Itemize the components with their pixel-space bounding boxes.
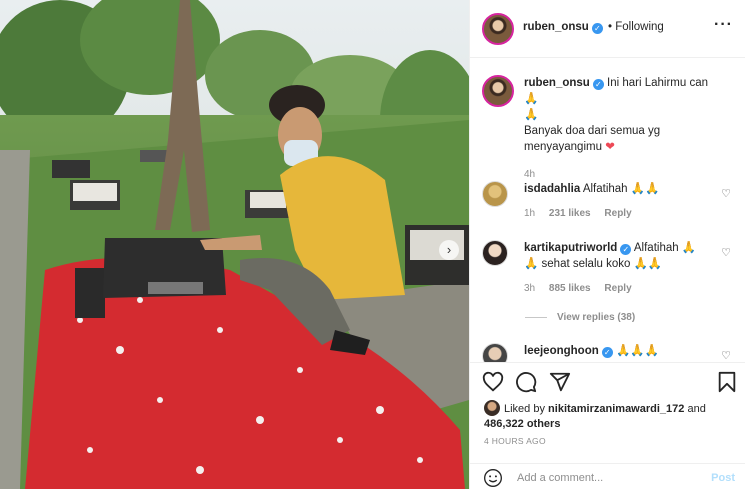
caption-username[interactable]: ruben_onsu bbox=[524, 77, 590, 89]
post-header: ruben_onsu ✓ • Following ··· bbox=[470, 0, 745, 58]
emoji-smiley-icon[interactable] bbox=[483, 468, 503, 488]
likes-count[interactable]: 486,322 others bbox=[484, 418, 560, 430]
praying-hands-icon: 🙏 bbox=[681, 242, 697, 254]
praying-hands-icon: 🙏 bbox=[524, 258, 539, 270]
share-paper-plane-icon[interactable] bbox=[549, 371, 571, 393]
like-heart-icon[interactable] bbox=[482, 371, 504, 393]
comment-text-2: sehat selalu koko bbox=[541, 258, 631, 270]
comment-likes[interactable]: 231 likes bbox=[549, 208, 591, 219]
caption-age[interactable]: 4h bbox=[524, 169, 535, 180]
author-username[interactable]: ruben_onsu ✓ bbox=[523, 21, 603, 34]
post-comment-button[interactable]: Post bbox=[711, 472, 735, 484]
reply-button[interactable]: Reply bbox=[604, 283, 631, 294]
red-heart-icon: ❤ bbox=[605, 141, 615, 153]
comment-username[interactable]: leejeonghoon bbox=[524, 345, 599, 357]
verified-badge-icon: ✓ bbox=[620, 244, 632, 255]
post-sidebar: ruben_onsu ✓ • Following ··· ruben_onsu ✓ … bbox=[469, 0, 745, 489]
reply-button[interactable]: Reply bbox=[604, 208, 631, 219]
praying-hands-icon: 🙏 bbox=[524, 109, 539, 121]
like-comment-heart-icon[interactable]: ♡ bbox=[721, 187, 731, 200]
comments-list[interactable]: ruben_onsu ✓ Ini hari Lahirmu can 🙏 🙏 Ban… bbox=[470, 59, 745, 362]
comment-input[interactable]: Add a comment... bbox=[517, 472, 603, 484]
grave-photo-illustration bbox=[0, 0, 469, 489]
more-dots-icon[interactable]: ··· bbox=[714, 16, 733, 34]
praying-hands-icon: 🙏🙏🙏 bbox=[615, 345, 659, 357]
comment-username[interactable]: kartikaputriworld bbox=[524, 242, 617, 254]
liker-avatar[interactable] bbox=[484, 400, 500, 416]
like-comment-heart-icon[interactable]: ♡ bbox=[721, 349, 731, 362]
caption-line-1: Ini hari Lahirmu can bbox=[607, 77, 709, 89]
liked-by-label: Liked by bbox=[504, 403, 545, 415]
like-comment-heart-icon[interactable]: ♡ bbox=[721, 246, 731, 259]
liker-username[interactable]: nikitamirzanimawardi_172 bbox=[548, 403, 684, 415]
commenter-avatar[interactable] bbox=[482, 181, 508, 207]
comment-text: Alfatihah bbox=[633, 242, 679, 254]
comment-bubble-icon[interactable] bbox=[515, 371, 537, 393]
praying-hands-icon: 🙏🙏 bbox=[633, 258, 663, 270]
praying-hands-icon: 🙏 bbox=[524, 93, 539, 105]
commenter-avatar[interactable] bbox=[482, 240, 508, 266]
comment-likes[interactable]: 885 likes bbox=[549, 283, 591, 294]
save-bookmark-icon[interactable] bbox=[716, 371, 738, 393]
post-photo[interactable]: › bbox=[0, 0, 469, 489]
separator-dot: • bbox=[608, 21, 613, 33]
caption-line-2: Banyak doa dari semua yg menyayangimu bbox=[524, 125, 661, 153]
view-replies-link[interactable]: View replies (38) bbox=[525, 312, 635, 323]
verified-badge-icon: ✓ bbox=[601, 347, 613, 358]
comment-text: Alfatihah bbox=[582, 183, 628, 195]
comment-username[interactable]: isdadahlia bbox=[524, 183, 580, 195]
verified-badge-icon: ✓ bbox=[592, 79, 604, 90]
verified-badge-icon: ✓ bbox=[591, 23, 603, 34]
author-avatar[interactable] bbox=[482, 13, 514, 45]
follow-status[interactable]: • Following bbox=[608, 21, 664, 33]
liked-by-summary[interactable]: Liked by nikitamirzanimawardi_172 and 48… bbox=[484, 400, 706, 432]
post-actions: Liked by nikitamirzanimawardi_172 and 48… bbox=[470, 362, 745, 489]
comment-age[interactable]: 1h bbox=[524, 208, 535, 219]
add-comment-bar: Add a comment... Post bbox=[470, 463, 745, 489]
following-button[interactable]: Following bbox=[615, 21, 664, 33]
comment-age[interactable]: 3h bbox=[524, 283, 535, 294]
author-username-text[interactable]: ruben_onsu bbox=[523, 21, 589, 33]
liked-by-and: and bbox=[687, 403, 706, 415]
praying-hands-icon: 🙏🙏 bbox=[630, 183, 660, 195]
post-timestamp[interactable]: 4 HOURS AGO bbox=[484, 436, 546, 446]
next-image-button[interactable]: › bbox=[439, 240, 459, 260]
caption-avatar[interactable] bbox=[482, 75, 514, 107]
commenter-avatar[interactable] bbox=[482, 343, 508, 362]
